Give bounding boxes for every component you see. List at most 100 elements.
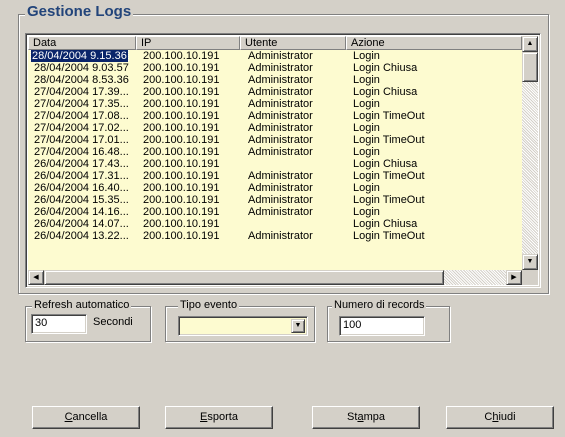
table-cell: 26/04/2004 14.07...	[28, 218, 136, 230]
table-cell-text: 27/04/2004 17.35...	[34, 98, 129, 110]
table-cell: Administrator	[240, 206, 346, 218]
table-row[interactable]: 27/04/2004 17.01... 200.100.10.191 Adminis…	[28, 134, 522, 146]
table-cell-text: 28/04/2004 9.03.57	[34, 62, 129, 74]
table-cell-text: 26/04/2004 14.07...	[34, 218, 129, 230]
scroll-down-icon[interactable]: ▼	[522, 254, 538, 270]
table-cell-text: Login	[353, 146, 380, 158]
table-cell: 26/04/2004 16.40...	[28, 182, 136, 194]
table-cell-text: Administrator	[248, 194, 313, 206]
table-row[interactable]: 28/04/2004 9.15.36 200.100.10.191 Administ…	[28, 50, 522, 62]
table-cell-text: Administrator	[248, 170, 313, 182]
table-row[interactable]: 27/04/2004 17.35... 200.100.10.191 Adminis…	[28, 98, 522, 110]
table-cell: Login TimeOut	[346, 230, 522, 242]
table-cell: Login TimeOut	[346, 110, 522, 122]
table-cell: Administrator	[240, 110, 346, 122]
table-cell: 27/04/2004 17.39...	[28, 86, 136, 98]
table-cell: 26/04/2004 13.22...	[28, 230, 136, 242]
column-header-utente[interactable]: Utente	[240, 36, 346, 50]
table-cell-text: Administrator	[248, 86, 313, 98]
table-cell: Administrator	[240, 194, 346, 206]
table-row[interactable]: 28/04/2004 8.53.36 200.100.10.191 Administ…	[28, 74, 522, 86]
table-cell: 27/04/2004 17.01...	[28, 134, 136, 146]
table-row[interactable]: 27/04/2004 17.39... 200.100.10.191 Adminis…	[28, 86, 522, 98]
table-cell: Administrator	[240, 182, 346, 194]
column-header-ip[interactable]: IP	[136, 36, 240, 50]
column-header-data[interactable]: Data	[28, 36, 136, 50]
table-row[interactable]: 26/04/2004 14.16... 200.100.10.191 Adminis…	[28, 206, 522, 218]
table-cell: Administrator	[240, 74, 346, 86]
table-cell: Administrator	[240, 86, 346, 98]
table-cell-text: Login Chiusa	[353, 86, 418, 98]
logs-group-title: Gestione Logs	[25, 3, 134, 20]
table-row[interactable]: 26/04/2004 17.43... 200.100.10.191 Login C…	[28, 158, 522, 170]
table-cell-text: 26/04/2004 15.35...	[34, 194, 129, 206]
table-cell	[240, 218, 346, 230]
table-cell-text: 200.100.10.191	[143, 62, 220, 74]
table-cell: Administrator	[240, 62, 346, 74]
table-cell-text: Login	[353, 122, 380, 134]
table-row[interactable]: 27/04/2004 16.48... 200.100.10.191 Adminis…	[28, 146, 522, 158]
table-cell-text: Login	[353, 182, 380, 194]
table-cell: 200.100.10.191	[136, 86, 240, 98]
print-button[interactable]: Stampa	[312, 406, 420, 429]
event-type-group-title: Tipo evento	[178, 299, 240, 311]
logs-list-header: Data IP Utente Azione	[28, 36, 522, 50]
horizontal-scrollbar[interactable]: ◀ ▶	[28, 270, 522, 285]
table-cell-text: Login TimeOut	[353, 134, 425, 146]
table-cell-text	[245, 158, 248, 170]
table-cell: 28/04/2004 8.53.36	[28, 74, 136, 86]
table-cell: 200.100.10.191	[136, 62, 240, 74]
table-cell-text: 200.100.10.191	[143, 146, 220, 158]
cancel-button[interactable]: Cancella	[32, 406, 140, 429]
table-cell: Login	[346, 98, 522, 110]
table-cell: 200.100.10.191	[136, 134, 240, 146]
table-row[interactable]: 26/04/2004 17.31... 200.100.10.191 Adminis…	[28, 170, 522, 182]
column-header-azione[interactable]: Azione	[346, 36, 522, 50]
table-cell	[240, 158, 346, 170]
table-cell: 200.100.10.191	[136, 206, 240, 218]
table-cell: 27/04/2004 16.48...	[28, 146, 136, 158]
table-cell: Login Chiusa	[346, 218, 522, 230]
scroll-up-icon[interactable]: ▲	[522, 36, 538, 52]
table-row[interactable]: 26/04/2004 16.40... 200.100.10.191 Adminis…	[28, 182, 522, 194]
table-row[interactable]: 26/04/2004 13.22... 200.100.10.191 Adminis…	[28, 230, 522, 242]
table-cell-text: 200.100.10.191	[143, 182, 220, 194]
scroll-right-icon[interactable]: ▶	[506, 270, 522, 285]
table-row[interactable]: 27/04/2004 17.08... 200.100.10.191 Adminis…	[28, 110, 522, 122]
records-count-input[interactable]: 100	[339, 316, 425, 336]
scroll-left-icon[interactable]: ◀	[28, 270, 44, 285]
horizontal-scroll-thumb[interactable]	[44, 270, 444, 285]
table-cell-text: Administrator	[248, 122, 313, 134]
table-cell-text: 200.100.10.191	[143, 218, 220, 230]
table-cell: Administrator	[240, 146, 346, 158]
table-row[interactable]: 27/04/2004 17.02... 200.100.10.191 Adminis…	[28, 122, 522, 134]
table-cell: 200.100.10.191	[136, 158, 240, 170]
logs-list[interactable]: Data IP Utente Azione 28/04/2004 9.15.36…	[25, 33, 541, 288]
table-cell-text: Login Chiusa	[353, 62, 418, 74]
table-cell-text: Administrator	[248, 206, 313, 218]
refresh-seconds-input[interactable]: 30	[31, 314, 87, 334]
table-cell-text: 200.100.10.191	[143, 230, 220, 242]
table-cell: 200.100.10.191	[136, 50, 240, 62]
close-button[interactable]: Chiudi	[446, 406, 554, 429]
table-cell: 28/04/2004 9.15.36	[28, 50, 136, 62]
table-cell-text: Administrator	[248, 110, 313, 122]
vertical-scrollbar[interactable]: ▲ ▼	[522, 36, 538, 270]
export-button[interactable]: Esporta	[165, 406, 273, 429]
dropdown-arrow-icon[interactable]: ▼	[291, 319, 305, 333]
table-cell: Login	[346, 146, 522, 158]
table-cell-text: Login	[353, 98, 380, 110]
table-row[interactable]: 26/04/2004 15.35... 200.100.10.191 Adminis…	[28, 194, 522, 206]
table-cell: 200.100.10.191	[136, 170, 240, 182]
table-cell-text: Administrator	[248, 230, 313, 242]
table-cell: 28/04/2004 9.03.57	[28, 62, 136, 74]
table-cell: Administrator	[240, 170, 346, 182]
vertical-scroll-thumb[interactable]	[522, 52, 538, 82]
table-cell-text: 200.100.10.191	[143, 122, 220, 134]
table-cell: Login	[346, 74, 522, 86]
table-cell-text: Administrator	[248, 146, 313, 158]
event-type-select[interactable]: ▼	[178, 316, 308, 336]
table-row[interactable]: 28/04/2004 9.03.57 200.100.10.191 Administ…	[28, 62, 522, 74]
table-cell: 200.100.10.191	[136, 230, 240, 242]
table-row[interactable]: 26/04/2004 14.07... 200.100.10.191 Login C…	[28, 218, 522, 230]
